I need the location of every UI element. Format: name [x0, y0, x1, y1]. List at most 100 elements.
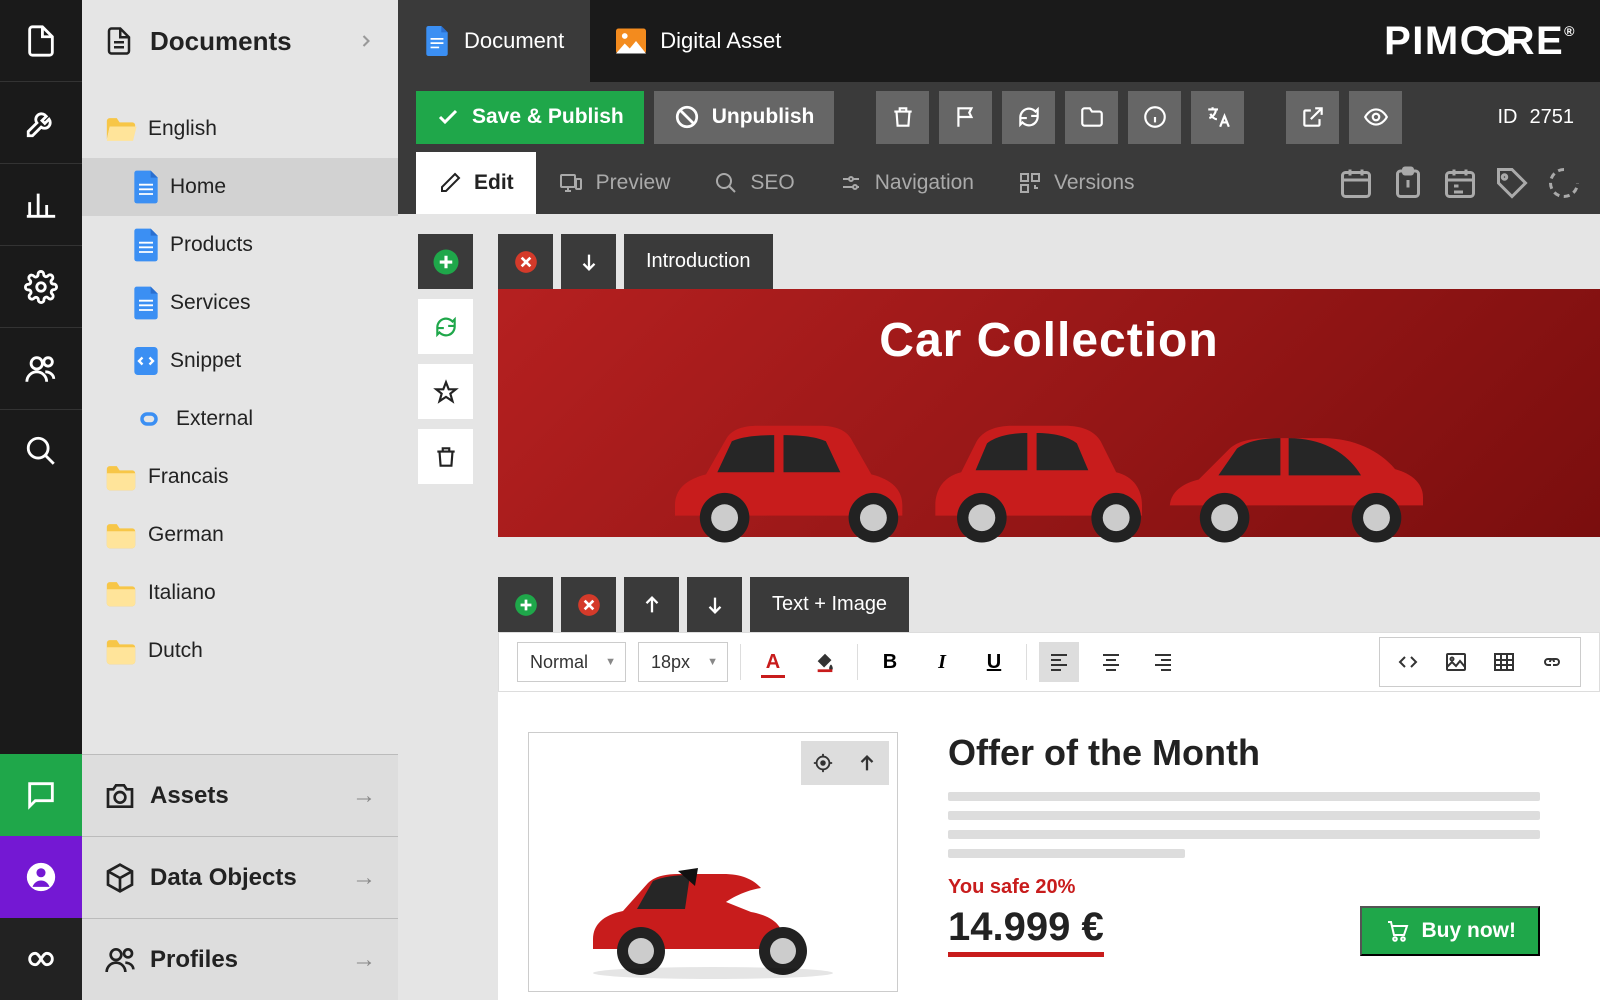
progress-icon[interactable]	[1546, 165, 1582, 201]
tab-edit[interactable]: Edit	[416, 152, 536, 214]
sidebar-section-assets[interactable]: Assets →	[82, 754, 398, 836]
id-value: 2751	[1530, 106, 1575, 129]
clipboard-icon[interactable]	[1390, 165, 1426, 201]
rail-tools[interactable]	[0, 82, 82, 164]
buy-now-button[interactable]: Buy now!	[1360, 906, 1541, 956]
rte-toolbar: Normal 18px A B I U	[498, 632, 1600, 692]
arrow-right-icon[interactable]	[356, 31, 376, 51]
rail-documents[interactable]	[0, 0, 82, 82]
close-circle-icon	[513, 249, 539, 275]
tree-label: Dutch	[148, 639, 203, 663]
tree-page-home[interactable]: Home	[82, 158, 398, 216]
calendar-icon[interactable]	[1338, 165, 1374, 201]
add-block-button[interactable]	[418, 234, 473, 289]
image-focus-button[interactable]	[801, 741, 845, 785]
info-button[interactable]	[1128, 91, 1181, 144]
info-icon	[1142, 104, 1168, 130]
rte-italic[interactable]: I	[922, 642, 962, 682]
remove-block-button[interactable]	[561, 577, 616, 632]
tree-folder-english[interactable]: English	[82, 100, 398, 158]
favorite-block-button[interactable]	[418, 364, 473, 419]
topbar: Document Digital Asset PIMCRE®	[398, 0, 1600, 82]
page-icon	[132, 170, 160, 204]
rail-infinity[interactable]	[0, 918, 82, 1000]
brand-text: PIMCRE®	[1384, 19, 1576, 64]
add-block-button[interactable]	[498, 577, 553, 632]
image-upload-button[interactable]	[845, 741, 889, 785]
align-center-icon	[1101, 653, 1121, 671]
move-down-button[interactable]	[561, 234, 616, 289]
rail-settings[interactable]	[0, 246, 82, 328]
rte-code[interactable]	[1388, 642, 1428, 682]
tab-preview[interactable]: Preview	[536, 152, 693, 214]
tree-folder-italiano[interactable]: Italiano	[82, 564, 398, 622]
sidebar-section-data-objects[interactable]: Data Objects →	[82, 836, 398, 918]
open-external-button[interactable]	[1286, 91, 1339, 144]
tree-page-services[interactable]: Services	[82, 274, 398, 332]
tree-folder-francais[interactable]: Francais	[82, 448, 398, 506]
tree-label: Services	[170, 291, 251, 315]
offer-price: 14.999 €	[948, 905, 1104, 957]
rail-accounts[interactable]	[0, 836, 82, 918]
sidebar: Documents English Home Products Services	[82, 0, 398, 1000]
tree-folder-german[interactable]: German	[82, 506, 398, 564]
delete-block-button[interactable]	[418, 429, 473, 484]
tree-page-products[interactable]: Products	[82, 216, 398, 274]
rte-align-left[interactable]	[1039, 642, 1079, 682]
rte-size-select[interactable]: 18px	[638, 642, 728, 682]
translate-button[interactable]	[1191, 91, 1244, 144]
rte-link[interactable]	[1532, 642, 1572, 682]
tree-label: Products	[170, 233, 253, 257]
flag-button[interactable]	[939, 91, 992, 144]
delete-button[interactable]	[876, 91, 929, 144]
hero-block[interactable]: Car Collection	[498, 289, 1600, 537]
rte-bold[interactable]: B	[870, 642, 910, 682]
rail-search[interactable]	[0, 410, 82, 492]
tab-versions[interactable]: Versions	[996, 152, 1157, 214]
tag-icon[interactable]	[1494, 165, 1530, 201]
id-indicator: ID 2751	[1490, 106, 1583, 129]
offer-text[interactable]: Offer of the Month You safe 20% 14.999 €	[948, 732, 1570, 992]
remove-block-button[interactable]	[498, 234, 553, 289]
tab-seo[interactable]: SEO	[692, 152, 816, 214]
rte-underline[interactable]: U	[974, 642, 1014, 682]
rte-align-right[interactable]	[1143, 642, 1183, 682]
offer-image-drop[interactable]	[528, 732, 898, 992]
rte-image[interactable]	[1436, 642, 1476, 682]
trash-icon	[890, 104, 916, 130]
buy-label: Buy now!	[1422, 919, 1517, 943]
reload-block-button[interactable]	[418, 299, 473, 354]
file-tab-digital-asset[interactable]: Digital Asset	[590, 0, 807, 82]
rte-style-select[interactable]: Normal	[517, 642, 626, 682]
folder-button[interactable]	[1065, 91, 1118, 144]
tab-navigation[interactable]: Navigation	[817, 152, 996, 214]
tree-folder-dutch[interactable]: Dutch	[82, 622, 398, 680]
schedule-icon[interactable]	[1442, 165, 1478, 201]
sidebar-section-profiles[interactable]: Profiles →	[82, 918, 398, 1000]
rte-align-center[interactable]	[1091, 642, 1131, 682]
plus-circle-icon	[431, 247, 461, 277]
refresh-icon	[1016, 104, 1042, 130]
rail-users[interactable]	[0, 328, 82, 410]
rte-table[interactable]	[1484, 642, 1524, 682]
rail-analytics[interactable]	[0, 164, 82, 246]
image-icon	[616, 28, 646, 54]
move-up-button[interactable]	[624, 577, 679, 632]
rte-text-color[interactable]: A	[753, 642, 793, 682]
tree-label: Italiano	[148, 581, 216, 605]
tree-external[interactable]: External	[82, 390, 398, 448]
folder-icon	[104, 521, 138, 550]
star-icon	[433, 379, 459, 405]
save-publish-button[interactable]: Save & Publish	[416, 91, 644, 144]
unpublish-button[interactable]: Unpublish	[654, 91, 835, 144]
rte-fill-color[interactable]	[805, 642, 845, 682]
refresh-button[interactable]	[1002, 91, 1055, 144]
rail-chat[interactable]	[0, 754, 82, 836]
preview-eye-button[interactable]	[1349, 91, 1402, 144]
tree-label: Francais	[148, 465, 229, 489]
devices-icon	[558, 171, 584, 195]
file-tab-document[interactable]: Document	[398, 0, 590, 82]
translate-icon	[1204, 104, 1232, 130]
move-down-button[interactable]	[687, 577, 742, 632]
tree-snippet[interactable]: Snippet	[82, 332, 398, 390]
